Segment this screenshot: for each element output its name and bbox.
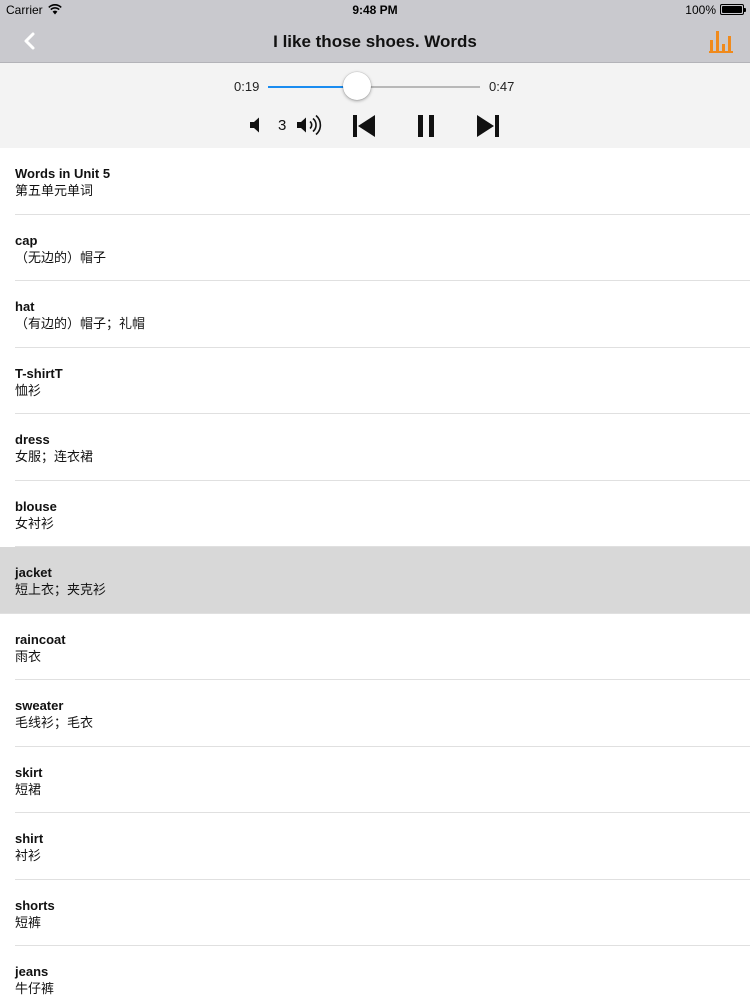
word-chinese: 短上衣；夹克衫 bbox=[15, 582, 107, 597]
word-english: Words in Unit 5 bbox=[15, 166, 111, 181]
word-english: blouse bbox=[15, 498, 57, 514]
status-time: 9:48 PM bbox=[352, 3, 398, 17]
word-list-item[interactable]: shorts 短裤 bbox=[0, 880, 750, 947]
word-english: shirt bbox=[15, 831, 44, 846]
volume-level: 3 bbox=[278, 117, 287, 134]
total-time: 0:47 bbox=[489, 79, 515, 94]
word-english: sweater bbox=[15, 698, 64, 713]
volume-up-icon[interactable] bbox=[295, 113, 325, 137]
word-chinese: 恤衫 bbox=[15, 382, 42, 398]
word-list-item[interactable]: jacket 短上衣；夹克衫 bbox=[0, 547, 750, 614]
audio-player: 0:19 0:47 3 bbox=[0, 63, 750, 148]
word-list-item[interactable]: blouse 女衬衫 bbox=[0, 481, 750, 548]
word-list-item[interactable]: sweater 毛线衫；毛衣 bbox=[0, 680, 750, 747]
word-list-item[interactable]: skirt 短裙 bbox=[0, 747, 750, 814]
word-english: T-shirtT bbox=[15, 365, 63, 381]
volume-down-icon[interactable] bbox=[247, 115, 267, 135]
word-chinese: 短裙 bbox=[15, 781, 42, 797]
word-english: jacket bbox=[15, 565, 52, 580]
word-chinese: 女服；连衣裙 bbox=[15, 449, 94, 464]
word-chinese: 雨衣 bbox=[15, 648, 42, 664]
word-list-item[interactable]: Words in Unit 5 第五单元单词 bbox=[0, 148, 750, 215]
word-list-item[interactable]: T-shirtT 恤衫 bbox=[0, 348, 750, 415]
battery-icon bbox=[720, 4, 746, 15]
progress-slider[interactable] bbox=[268, 86, 480, 88]
word-list: Words in Unit 5 第五单元单词 cap （无边的）帽子 hat （有边的）帽… bbox=[0, 148, 750, 1000]
word-english: dress bbox=[15, 432, 50, 447]
word-list-item[interactable]: cap （无边的）帽子 bbox=[0, 215, 750, 282]
word-chinese: 第五单元单词 bbox=[15, 183, 94, 198]
pause-icon[interactable] bbox=[414, 113, 438, 139]
bar-chart-icon[interactable] bbox=[708, 28, 734, 54]
skip-previous-icon[interactable] bbox=[351, 113, 377, 139]
word-chinese: （无边的）帽子 bbox=[15, 249, 107, 265]
word-english: raincoat bbox=[15, 631, 66, 647]
word-chinese: 牛仔裤 bbox=[15, 981, 55, 996]
navigation-bar: I like those shoes. Words bbox=[0, 20, 750, 63]
word-chinese: （有边的）帽子；礼帽 bbox=[15, 316, 146, 331]
word-chinese: 女衬衫 bbox=[15, 515, 55, 531]
current-time: 0:19 bbox=[234, 79, 260, 94]
word-english: hat bbox=[15, 299, 35, 314]
word-chinese: 短裤 bbox=[15, 914, 42, 930]
word-english: jeans bbox=[15, 964, 49, 979]
word-chinese: 衬衫 bbox=[15, 848, 42, 863]
word-list-item[interactable]: shirt 衬衫 bbox=[0, 813, 750, 880]
battery-percentage: 100% bbox=[685, 3, 716, 17]
word-list-item[interactable]: hat （有边的）帽子；礼帽 bbox=[0, 281, 750, 348]
word-list-item[interactable]: jeans 牛仔裤 bbox=[0, 946, 750, 1000]
progress-slider-thumb[interactable] bbox=[343, 72, 372, 100]
word-english: cap bbox=[15, 232, 38, 248]
word-list-item[interactable]: raincoat 雨衣 bbox=[0, 614, 750, 681]
word-english: shorts bbox=[15, 897, 55, 913]
page-title: I like those shoes. Words bbox=[273, 32, 477, 51]
status-bar: Carrier 9:48 PM 100% bbox=[0, 0, 750, 20]
skip-next-icon[interactable] bbox=[475, 113, 501, 139]
word-english: skirt bbox=[15, 764, 43, 780]
word-chinese: 毛线衫；毛衣 bbox=[15, 715, 94, 730]
word-list-item[interactable]: dress 女服；连衣裙 bbox=[0, 414, 750, 481]
